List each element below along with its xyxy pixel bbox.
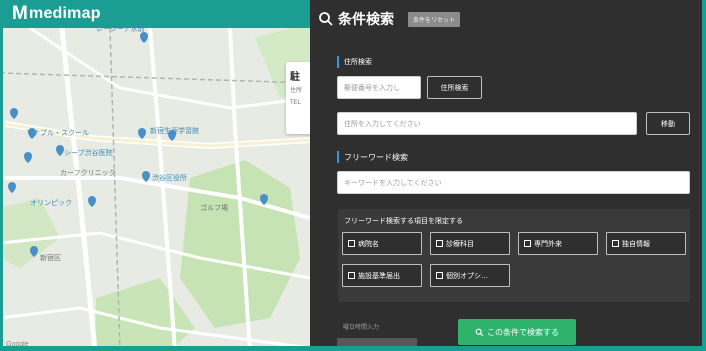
filter-checkbox-department[interactable]: 診療科目 [430, 232, 510, 255]
poi-label[interactable]: オリンピック [30, 198, 72, 208]
search-icon [475, 328, 484, 336]
freeword-filter-label: フリーワード検索する項目を限定する [344, 217, 463, 225]
search-icon [319, 12, 333, 26]
frame-border [0, 0, 3, 351]
freeword-heading: フリーワード検索 [337, 151, 408, 163]
section-accent-bar [337, 151, 339, 163]
poi-label[interactable]: ゴルフ場 [200, 203, 228, 213]
map-card-line: TEL [290, 99, 301, 106]
app-header: M medimap [0, 0, 310, 28]
checkbox-label: 独自情報 [622, 239, 650, 248]
panel-header: 条件検索 条件をリセット [310, 0, 706, 38]
checkbox-icon [436, 240, 443, 247]
postal-code-input[interactable]: 郵便番号を入力し [337, 76, 421, 99]
filter-checkbox-original-info[interactable]: 独自情報 [606, 232, 686, 255]
logo-text: medimap [29, 5, 101, 22]
checkbox-label: 専門外来 [534, 239, 562, 248]
map-tiles [0, 26, 310, 351]
checkbox-label: 診療科目 [446, 239, 474, 248]
map-canvas[interactable]: レーシーア水前 マナブル・スクール 新宿生涯学習館 シーブ渋谷医院 渋谷区役所 … [0, 25, 310, 351]
checkbox-icon [436, 272, 443, 279]
logo-mark: M [12, 3, 29, 24]
poi-label[interactable]: カーフクリニック [60, 168, 116, 178]
poi-label[interactable]: レーシーア水前 [96, 24, 145, 34]
poi-label[interactable]: マナブル・スクール [26, 128, 89, 138]
address-input[interactable]: 住所を入力してください [337, 112, 637, 135]
checkbox-label: 病院名 [358, 239, 379, 248]
checkbox-icon [612, 240, 619, 247]
filter-checkbox-individual-options[interactable]: 個別オプシ… [430, 264, 510, 287]
address-lookup-button[interactable]: 住所検索 [427, 76, 482, 99]
frame-border [702, 0, 706, 351]
map-info-card[interactable]: 駐 住所 TEL [286, 62, 310, 134]
poi-label[interactable]: 渋谷区役所 [152, 173, 187, 183]
filter-checkbox-specialty[interactable]: 専門外来 [518, 232, 598, 255]
reset-button[interactable]: 条件をリセット [408, 11, 461, 27]
checkbox-label: 個別オプシ… [446, 271, 488, 280]
move-button[interactable]: 移動 [646, 112, 690, 135]
poi-label[interactable]: 新宿区 [40, 253, 61, 263]
map-card-line: 住所 [290, 87, 303, 94]
address-search-label: 住所検索 [344, 58, 372, 66]
address-search-heading: 住所検索 [337, 56, 372, 68]
checkbox-icon [348, 272, 355, 279]
app-logo[interactable]: M medimap [12, 3, 101, 25]
poi-label[interactable]: 新宿生涯学習館 [150, 126, 199, 136]
keyword-input[interactable]: キーワードを入力してください [337, 171, 690, 194]
checkbox-icon [524, 240, 531, 247]
checkbox-label: 施設基準届出 [358, 271, 400, 280]
poi-label[interactable]: シーブ渋谷医院 [64, 148, 113, 158]
checkbox-icon [348, 240, 355, 247]
filter-checkbox-hospital-name[interactable]: 病院名 [342, 232, 422, 255]
map-panel[interactable]: M medimap レーシーア水前 マナブル・スクール 新宿生涯学習館 シーブ渋… [0, 0, 310, 351]
submit-search-button[interactable]: この条件で検索する [458, 319, 576, 345]
frame-border [0, 346, 706, 351]
hours-section-label: 曜日時間入力 [343, 324, 380, 331]
map-card-title: 駐 [290, 72, 300, 83]
section-accent-bar [337, 56, 339, 68]
submit-search-label: この条件で検索する [487, 327, 559, 337]
freeword-label: フリーワード検索 [344, 152, 408, 162]
filter-checkbox-facility-standards[interactable]: 施設基準届出 [342, 264, 422, 287]
panel-title: 条件検索 [318, 9, 394, 29]
panel-title-text: 条件検索 [338, 12, 394, 28]
freeword-filter-box: フリーワード検索する項目を限定する [338, 209, 690, 302]
